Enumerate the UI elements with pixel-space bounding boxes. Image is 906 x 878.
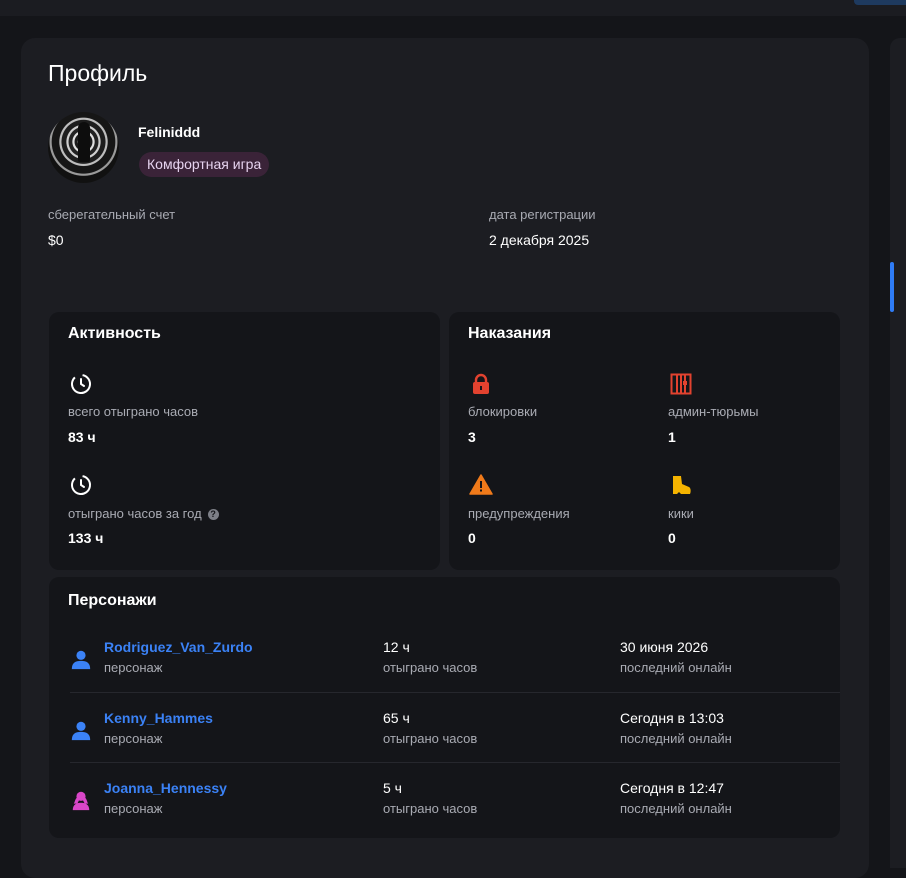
- top-bar-button[interactable]: [854, 0, 906, 5]
- character-last-online-label: последний онлайн: [620, 731, 732, 746]
- punishments-panel: [449, 312, 840, 570]
- female-person-icon: [72, 791, 90, 811]
- character-last-online: Сегодня в 12:47: [620, 780, 724, 796]
- bans-value: 3: [468, 429, 476, 445]
- character-hours: 5 ч: [383, 780, 402, 796]
- clock-icon: [71, 475, 91, 495]
- registration-value: 2 декабря 2025: [489, 232, 590, 248]
- jail-icon: [670, 373, 692, 395]
- character-hours-label: отыграно часов: [383, 660, 478, 675]
- side-panel: [890, 38, 906, 868]
- character-last-online-label: последний онлайн: [620, 660, 732, 675]
- character-name-link[interactable]: Kenny_Hammes: [104, 710, 213, 726]
- total-hours-label: всего отыграно часов: [68, 404, 199, 419]
- activity-panel: [49, 312, 440, 570]
- page-title: Профиль: [48, 60, 148, 86]
- savings-value: $0: [48, 232, 64, 248]
- character-name-link[interactable]: Rodriguez_Van_Zurdo: [104, 639, 253, 655]
- year-hours-value: 133 ч: [68, 530, 104, 546]
- admin-jails-value: 1: [668, 429, 676, 445]
- bans-label: блокировки: [468, 404, 538, 419]
- savings-label: сберегательный счет: [48, 207, 176, 222]
- year-hours-label: отыграно часов за год?: [68, 506, 219, 521]
- warning-icon: [469, 474, 493, 495]
- warnings-value: 0: [468, 530, 476, 546]
- character-hours-label: отыграно часов: [383, 731, 478, 746]
- warnings-label: предупреждения: [468, 506, 570, 521]
- male-person-icon: [71, 650, 91, 670]
- username: Feliniddd: [138, 124, 201, 140]
- table-row: Kenny_Hammes персонаж 65 ч отыграно часо…: [70, 692, 840, 763]
- character-hours-label: отыграно часов: [383, 801, 478, 816]
- total-hours-value: 83 ч: [68, 429, 96, 445]
- character-hours: 12 ч: [383, 639, 410, 655]
- character-last-online: Сегодня в 13:03: [620, 710, 724, 726]
- character-last-online-label: последний онлайн: [620, 801, 732, 816]
- status-badge: Комфортная игра: [139, 152, 270, 177]
- help-icon[interactable]: ?: [207, 509, 219, 520]
- activity-title: Активность: [68, 325, 161, 342]
- side-scroll-indicator[interactable]: [890, 262, 894, 312]
- male-person-icon: [71, 721, 91, 741]
- character-name-link[interactable]: Joanna_Hennessy: [104, 780, 227, 796]
- year-hours-label-text: отыграно часов за год: [68, 506, 202, 521]
- characters-title: Персонажи: [68, 592, 157, 609]
- kicks-value: 0: [668, 530, 676, 546]
- top-bar: [0, 0, 906, 16]
- registration-label: дата регистрации: [489, 207, 596, 222]
- avatar: [48, 112, 119, 183]
- boot-icon: [673, 476, 691, 494]
- lock-icon: [473, 373, 489, 394]
- table-row: Joanna_Hennessy персонаж 5 ч отыграно ча…: [70, 762, 840, 833]
- character-type: персонаж: [104, 660, 163, 675]
- character-hours: 65 ч: [383, 710, 410, 726]
- admin-jails-label: админ-тюрьмы: [668, 404, 759, 419]
- character-type: персонаж: [104, 731, 163, 746]
- character-last-online: 30 июня 2026: [620, 639, 709, 655]
- kicks-label: кики: [668, 506, 694, 521]
- table-row: Rodriguez_Van_Zurdo персонаж 12 ч отыгра…: [70, 622, 840, 692]
- punishments-title: Наказания: [468, 325, 552, 342]
- character-type: персонаж: [104, 801, 163, 816]
- clock-icon: [71, 374, 91, 394]
